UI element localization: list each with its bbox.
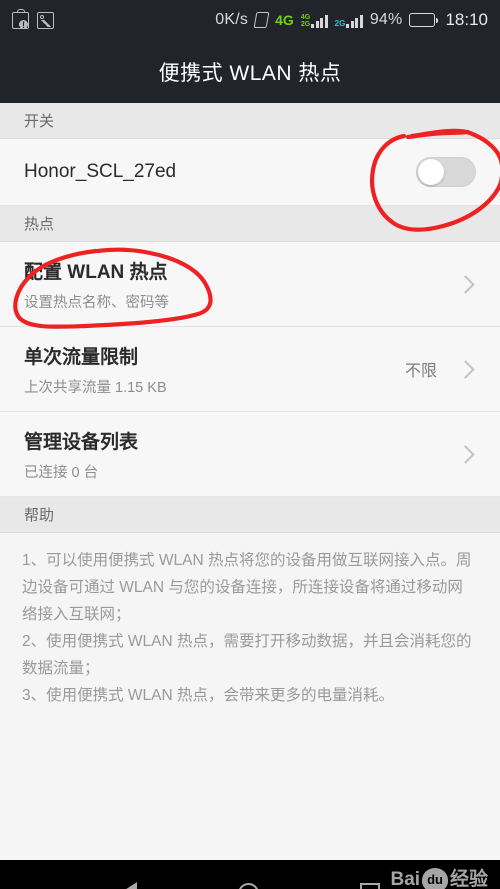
status-bar: 0K/s 4G 4G 2G 2G 94% 18:10 [0,0,500,40]
hotspot-name-texts: Honor_SCL_27ed [24,161,416,183]
manage-devices-row[interactable]: 管理设备列表 已连接 0 台 [0,412,500,497]
section-header-hotspot: 热点 [0,206,500,242]
watermark-brand: Bai du 经验 [391,868,488,889]
chevron-right-icon [456,359,475,379]
picture-icon [37,11,54,29]
paw-icon: du [422,868,448,889]
help-line: 2、使用便携式 WLAN 热点，需要打开移动数据，并且会消耗您的数据流量； [22,633,472,677]
section-header-switch-label: 开关 [24,113,55,130]
configure-hotspot-row[interactable]: 配置 WLAN 热点 设置热点名称、密码等 [0,242,500,327]
data-limit-value: 不限 [404,363,437,380]
help-line: 3、使用便携式 WLAN 热点，会带来更多的电量消耗。 [22,687,395,704]
manage-devices-title: 管理设备列表 [24,431,139,453]
section-header-switch: 开关 [0,103,500,139]
network-speed-label: 0K/s [215,11,249,28]
hotspot-toggle-switch[interactable] [416,157,476,187]
settings-content: 开关 Honor_SCL_27ed 热点 配置 WLAN 热点 设置热点名称、密… [0,103,500,860]
page-title: 便携式 WLAN 热点 [158,61,342,85]
manage-devices-subtitle: 已连接 0 台 [24,464,99,481]
hotspot-toggle-row[interactable]: Honor_SCL_27ed [0,139,500,206]
sim2-network-top-label: 4G [300,13,311,21]
bag-alert-icon [12,8,29,29]
sim2-signal-group: 4G 2G [301,13,328,28]
android-navigation-bar: Baidu经验 jingyan.baidu.com [0,860,500,889]
sim2-network-bottom-label: 2G [300,20,311,28]
data-limit-title: 单次流量限制 [24,346,139,368]
sim2-network-labels: 4G 2G [301,14,310,28]
sim3-signal-bars-icon [346,13,363,28]
battery-icon [409,13,439,27]
help-text-block: 1、可以使用便携式 WLAN 热点将您的设备用做互联网接入点。周边设备可通过 W… [0,533,500,709]
sim2-signal-bars-icon [311,13,328,28]
status-bar-notifications [12,8,54,29]
home-button-icon[interactable] [237,882,259,889]
toggle-knob [418,159,444,185]
back-button-icon[interactable] [120,882,138,889]
chevron-right-icon [456,444,475,464]
vibrate-icon [253,12,270,28]
data-limit-subtitle: 上次共享流量 1.15 KB [24,379,167,396]
section-header-hotspot-label: 热点 [24,216,55,233]
data-limit-texts: 单次流量限制 上次共享流量 1.15 KB [24,342,405,397]
section-header-help-label: 帮助 [24,507,55,524]
watermark-brand-main: Bai [390,869,421,889]
phone-screen: 0K/s 4G 4G 2G 2G 94% 18:10 便携式 WLAN 热点 [0,0,500,889]
sim3-network-label: 2G [334,18,346,28]
battery-percent-label: 94% [369,11,403,28]
configure-hotspot-subtitle: 设置热点名称、密码等 [24,294,169,311]
configure-hotspot-title: 配置 WLAN 热点 [24,261,168,283]
status-bar-indicators: 0K/s 4G 4G 2G 2G 94% 18:10 [215,10,488,30]
baidu-watermark: Baidu经验 jingyan.baidu.com [391,868,488,889]
hotspot-name-label: Honor_SCL_27ed [24,161,177,182]
data-limit-row[interactable]: 单次流量限制 上次共享流量 1.15 KB 不限 [0,327,500,412]
sim1-network-label: 4G [275,12,294,28]
sim3-signal-group: 2G [335,13,363,28]
app-title-bar: 便携式 WLAN 热点 [0,40,500,103]
chevron-right-icon [456,274,475,294]
manage-devices-texts: 管理设备列表 已连接 0 台 [24,427,459,482]
recent-apps-button-icon[interactable] [359,883,380,889]
section-header-help: 帮助 [0,497,500,533]
configure-hotspot-texts: 配置 WLAN 热点 设置热点名称、密码等 [24,257,459,312]
clock-label: 18:10 [445,10,488,29]
help-line: 1、可以使用便携式 WLAN 热点将您的设备用做互联网接入点。周边设备可通过 W… [22,552,472,623]
watermark-brand-cn: 经验 [449,869,488,889]
